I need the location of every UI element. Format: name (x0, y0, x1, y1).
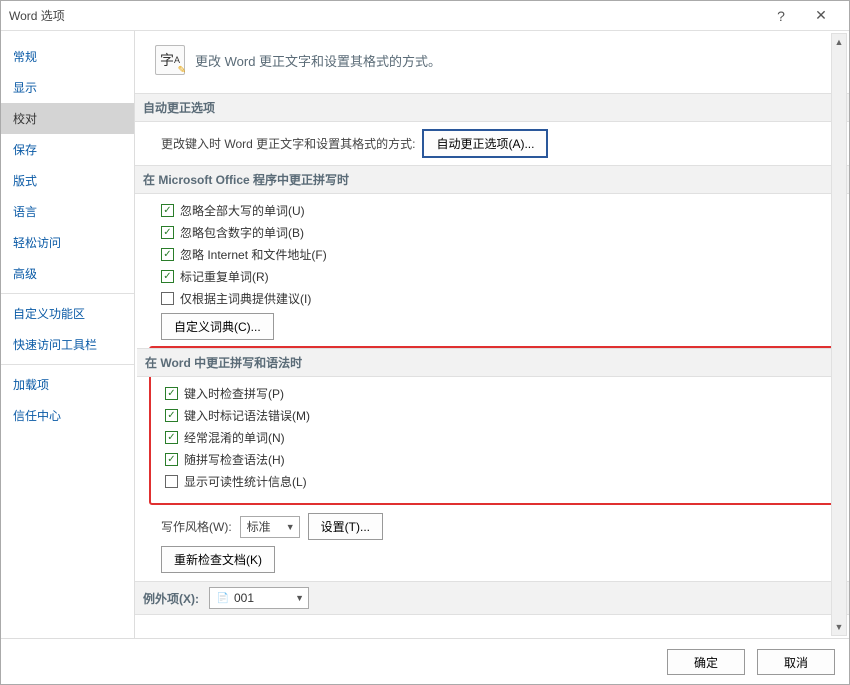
chevron-down-icon: ▼ (295, 593, 304, 603)
chk-readability-stats[interactable]: 显示可读性统计信息(L) (157, 473, 833, 490)
chk-main-dict-only[interactable]: 仅根据主词典提供建议(I) (161, 290, 829, 307)
sidebar-item-language[interactable]: 语言 (1, 196, 134, 227)
sidebar-item-proofing[interactable]: 校对 (1, 103, 134, 134)
autocorrect-desc: 更改键入时 Word 更正文字和设置其格式的方式: (161, 135, 415, 152)
word-spelling-highlight: 在 Word 中更正拼写和语法时 键入时检查拼写(P) 键入时标记语法错误(M)… (149, 346, 835, 505)
sidebar-item-advanced[interactable]: 高级 (1, 258, 134, 289)
writing-style-value: 标准 (247, 518, 271, 535)
sidebar-item-addins[interactable]: 加载项 (1, 369, 134, 400)
checkbox-icon (165, 387, 178, 400)
chevron-down-icon: ▼ (286, 522, 295, 532)
ok-button[interactable]: 确定 (667, 649, 745, 675)
dialog-footer: 确定 取消 (1, 638, 849, 684)
help-button[interactable]: ? (761, 8, 801, 24)
document-icon: 📄 (216, 591, 230, 605)
dialog-body: 常规 显示 校对 保存 版式 语言 轻松访问 高级 自定义功能区 快速访问工具栏… (1, 31, 849, 638)
cancel-button[interactable]: 取消 (757, 649, 835, 675)
checkbox-icon (165, 475, 178, 488)
checkbox-icon (161, 292, 174, 305)
vertical-scrollbar[interactable]: ▲ ▼ (831, 33, 847, 636)
titlebar: Word 选项 ? ✕ (1, 1, 849, 31)
writing-style-select[interactable]: 标准 ▼ (240, 516, 300, 538)
chk-ignore-numbers[interactable]: 忽略包含数字的单词(B) (161, 224, 829, 241)
checkbox-icon (165, 453, 178, 466)
exceptions-value: 001 (234, 591, 254, 605)
sidebar-item-ease[interactable]: 轻松访问 (1, 227, 134, 258)
scroll-up-icon[interactable]: ▲ (832, 34, 846, 50)
office-spell-options: 忽略全部大写的单词(U) 忽略包含数字的单词(B) 忽略 Internet 和文… (155, 202, 829, 340)
checkbox-icon (165, 409, 178, 422)
checkbox-icon (165, 431, 178, 444)
options-panel: 字A✎ 更改 Word 更正文字和设置其格式的方式。 自动更正选项 更改键入时 … (135, 31, 849, 638)
section-exceptions: 例外项(X): 📄 001 ▼ (135, 581, 849, 615)
exceptions-select[interactable]: 📄 001 ▼ (209, 587, 309, 609)
section-office-spelling: 在 Microsoft Office 程序中更正拼写时 (135, 165, 849, 194)
proofing-icon: 字A✎ (155, 45, 185, 75)
grammar-settings-button[interactable]: 设置(T)... (308, 513, 383, 540)
panel-description: 更改 Word 更正文字和设置其格式的方式。 (195, 51, 441, 70)
exceptions-label: 例外项(X): (143, 590, 199, 607)
category-sidebar: 常规 显示 校对 保存 版式 语言 轻松访问 高级 自定义功能区 快速访问工具栏… (1, 31, 135, 638)
chk-flag-repeated[interactable]: 标记重复单词(R) (161, 268, 829, 285)
checkbox-icon (161, 248, 174, 261)
scroll-down-icon[interactable]: ▼ (832, 619, 846, 635)
checkbox-icon (161, 226, 174, 239)
section-autocorrect: 自动更正选项 (135, 93, 849, 122)
panel-header: 字A✎ 更改 Word 更正文字和设置其格式的方式。 (155, 45, 829, 75)
sidebar-item-customize-ribbon[interactable]: 自定义功能区 (1, 298, 134, 329)
chk-ignore-uppercase[interactable]: 忽略全部大写的单词(U) (161, 202, 829, 219)
autocorrect-options-button[interactable]: 自动更正选项(A)... (423, 130, 547, 157)
sidebar-item-layout[interactable]: 版式 (1, 165, 134, 196)
writing-style-label: 写作风格(W): (161, 518, 232, 535)
autocorrect-row: 更改键入时 Word 更正文字和设置其格式的方式: 自动更正选项(A)... (155, 130, 829, 157)
recheck-document-button[interactable]: 重新检查文档(K) (161, 546, 275, 573)
sidebar-item-general[interactable]: 常规 (1, 41, 134, 72)
sidebar-item-trust[interactable]: 信任中心 (1, 400, 134, 431)
chk-mark-grammar-typing[interactable]: 键入时标记语法错误(M) (157, 407, 833, 424)
checkbox-icon (161, 204, 174, 217)
chk-grammar-with-spelling[interactable]: 随拼写检查语法(H) (157, 451, 833, 468)
chk-confused-words[interactable]: 经常混淆的单词(N) (157, 429, 833, 446)
sidebar-item-qat[interactable]: 快速访问工具栏 (1, 329, 134, 360)
word-options-dialog: Word 选项 ? ✕ 常规 显示 校对 保存 版式 语言 轻松访问 高级 自定… (0, 0, 850, 685)
chk-check-spelling-typing[interactable]: 键入时检查拼写(P) (157, 385, 833, 402)
close-button[interactable]: ✕ (801, 7, 841, 24)
sidebar-item-display[interactable]: 显示 (1, 72, 134, 103)
checkbox-icon (161, 270, 174, 283)
section-word-spelling: 在 Word 中更正拼写和语法时 (137, 348, 847, 377)
writing-style-row: 写作风格(W): 标准 ▼ 设置(T)... (155, 513, 829, 540)
custom-dictionaries-button[interactable]: 自定义词典(C)... (161, 313, 274, 340)
window-title: Word 选项 (9, 7, 761, 24)
sidebar-item-save[interactable]: 保存 (1, 134, 134, 165)
chk-ignore-internet[interactable]: 忽略 Internet 和文件地址(F) (161, 246, 829, 263)
